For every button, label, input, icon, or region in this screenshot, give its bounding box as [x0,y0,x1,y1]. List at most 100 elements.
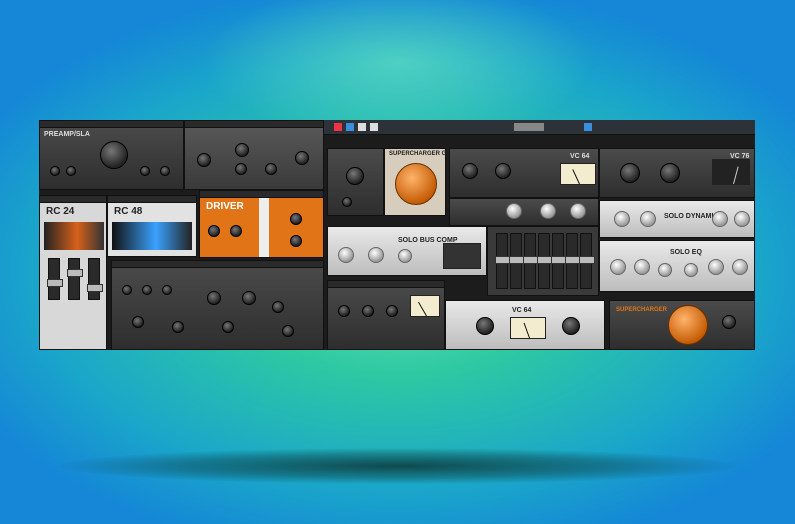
plugin-title: PREAMP/SLA [44,131,90,138]
knob-icon[interactable] [235,143,249,157]
knob-icon[interactable] [712,211,728,227]
channel-eq-plugin [111,260,324,350]
channel-comp-plugin [327,280,445,350]
plugin-name: RC 24 [46,206,75,217]
knob-icon[interactable] [235,163,247,175]
supercharger-gt-plugin: SUPERCHARGER GT [384,148,450,216]
knob-icon[interactable] [140,166,150,176]
knob-icon[interactable] [342,197,352,207]
knob-icon[interactable] [658,263,672,277]
fader-icon[interactable] [537,233,553,289]
fader-icon[interactable] [509,233,525,289]
knob-icon[interactable] [50,166,60,176]
knob-icon[interactable] [208,225,220,237]
knob-icon[interactable] [734,211,750,227]
knob-icon[interactable] [562,317,580,335]
vu-meter-icon [510,317,546,339]
knob-icon[interactable] [540,203,556,219]
knob-icon[interactable] [122,285,132,295]
knob-icon[interactable] [620,163,640,183]
plugin-name: DRIVER [206,201,244,212]
plugin-name: RC 48 [114,206,143,217]
mixer-faders [487,226,599,296]
loop-button[interactable] [346,123,354,131]
fader-icon[interactable] [87,258,103,300]
fader-icon[interactable] [495,233,511,289]
knob-icon[interactable] [66,166,76,176]
vc76-plugin: VC 76 [599,148,755,198]
knob-icon[interactable] [386,305,398,317]
fader-icon[interactable] [47,258,63,300]
knob-icon[interactable] [708,259,724,275]
plugin-titlebar [40,196,106,203]
knob-icon[interactable] [570,203,586,219]
knob-icon[interactable] [230,225,242,237]
vc64-plugin: VC 64 [449,148,599,198]
compressor-plugin [184,120,324,190]
knob-icon[interactable] [495,163,511,179]
drive-knob[interactable] [395,163,437,205]
host-toolbar [324,120,755,135]
knob-icon[interactable] [660,163,680,183]
knob-icon[interactable] [290,235,302,247]
knob-icon[interactable] [160,166,170,176]
knob-icon[interactable] [634,259,650,275]
fader-icon[interactable] [579,233,595,289]
knob-icon[interactable] [162,285,172,295]
knob-icon[interactable] [476,317,494,335]
knob-icon[interactable] [462,163,478,179]
fader-icon[interactable] [523,233,539,289]
tempo-display[interactable] [514,123,544,131]
rc24-plugin: RC 24 [39,195,107,350]
record-button[interactable] [334,123,342,131]
supercharger-plugin: SUPERCHARGER [609,300,755,350]
knob-icon[interactable] [614,211,630,227]
knob-icon[interactable] [368,247,384,263]
knob-icon[interactable] [338,247,354,263]
knob-icon[interactable] [610,259,626,275]
knob-icon[interactable] [362,305,374,317]
knob-icon[interactable] [640,211,656,227]
knob-icon[interactable] [732,259,748,275]
fader-icon[interactable] [565,233,581,289]
knob-icon[interactable] [272,301,284,313]
plugin-name: VC 64 [570,153,590,160]
knob-icon[interactable] [265,163,277,175]
supercharger-controls [327,148,384,216]
knob-icon[interactable] [506,203,522,219]
knob-icon[interactable] [684,263,698,277]
plugin-name: SOLO EQ [670,249,702,256]
knob-icon[interactable] [222,321,234,333]
play-button[interactable] [358,123,366,131]
knob-icon[interactable] [722,315,736,329]
knob-icon[interactable] [197,153,211,167]
plugin-titlebar [185,121,323,128]
knob-icon[interactable] [132,316,144,328]
knob-icon[interactable] [142,285,152,295]
drive-knob[interactable] [668,305,708,345]
plugin-titlebar [112,261,323,268]
stop-button[interactable] [370,123,378,131]
metronome-button[interactable] [584,123,592,131]
knob-icon[interactable] [282,325,294,337]
knob-icon[interactable] [295,151,309,165]
knob-icon[interactable] [172,321,184,333]
drop-shadow [60,448,735,484]
plugin-titlebar [200,191,323,198]
plugin-name: SUPERCHARGER GT [389,151,451,157]
knob-icon[interactable] [338,305,350,317]
solo-eq-plugin: SOLO EQ [599,240,755,292]
knob-icon[interactable] [207,291,221,305]
knob-icon[interactable] [290,213,302,225]
fader-icon[interactable] [551,233,567,289]
knob-icon[interactable] [242,291,256,305]
rc48-plugin: RC 48 [107,195,197,257]
solo-dynamics-plugin: SOLO DYNAMICS [599,200,755,238]
preamp-gain-knob[interactable] [100,141,128,169]
knob-icon[interactable] [398,249,412,263]
plugin-collage: PREAMP/SLA RC 24 RC 48 DRIVER SUPERCHARG… [39,120,755,350]
knob-icon[interactable] [346,167,364,185]
solo-bus-comp-plugin: SOLO BUS COMP [327,226,487,276]
gain-reduction-graph [443,243,481,269]
fader-icon[interactable] [67,258,83,300]
